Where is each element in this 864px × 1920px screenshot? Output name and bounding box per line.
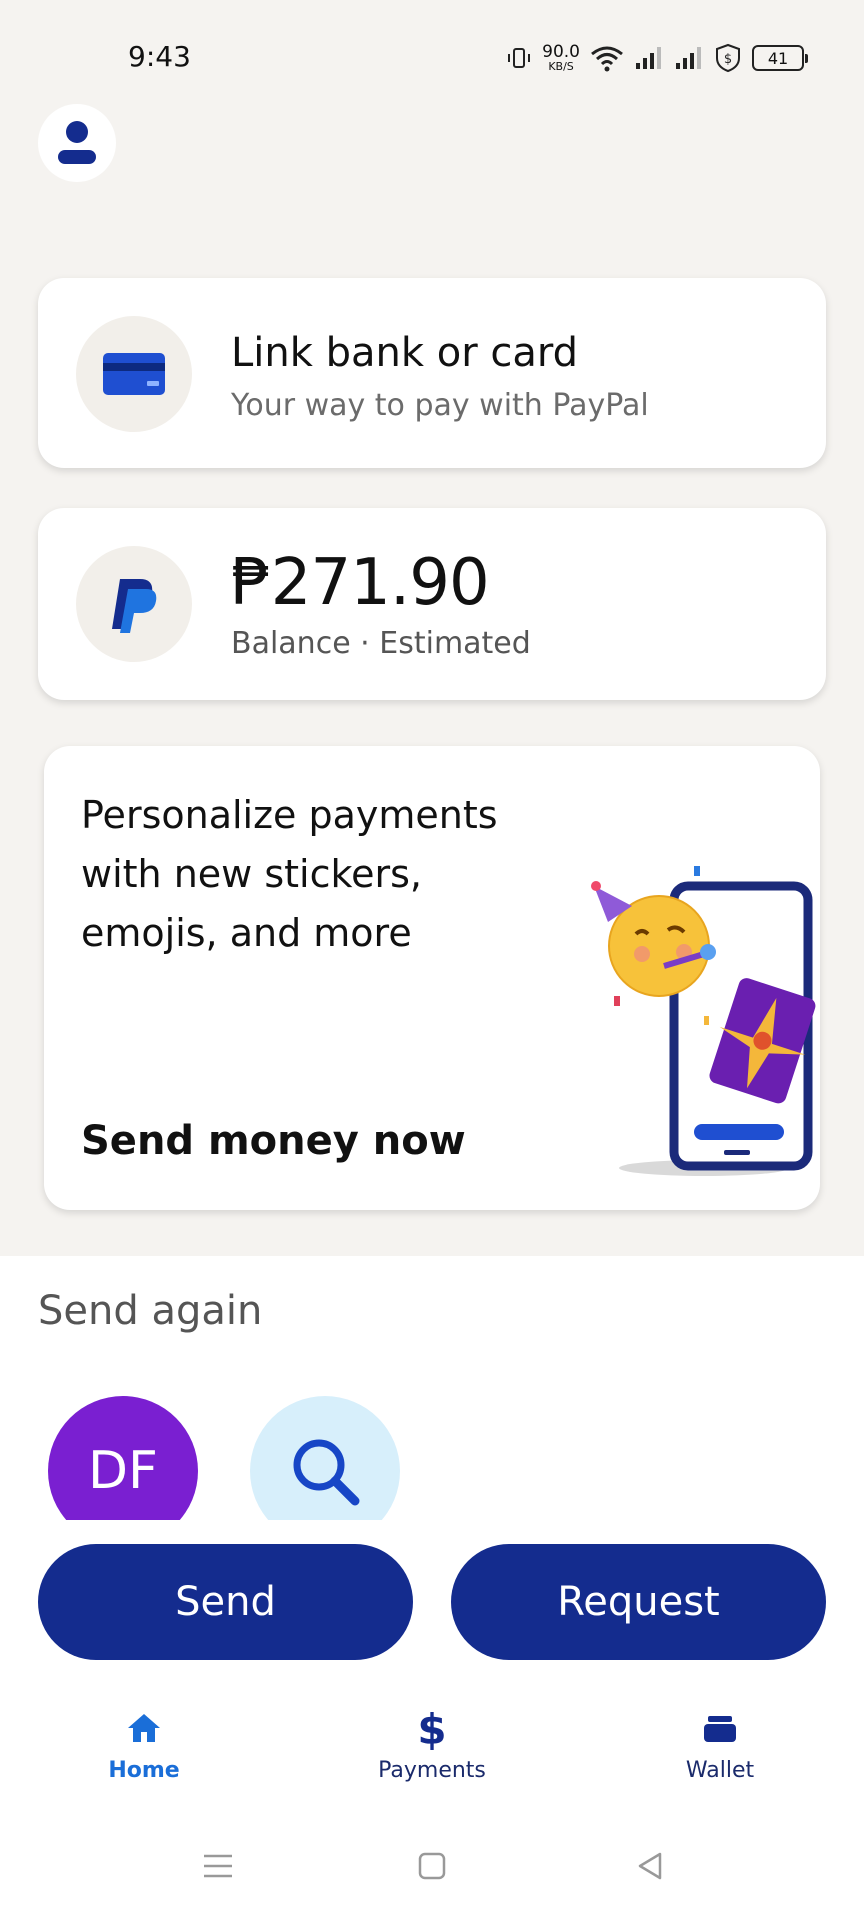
contacts-row: DF: [0, 1256, 864, 1520]
promo-text: Personalize payments with new stickers, …: [81, 793, 498, 955]
balance-card[interactable]: ₱271.90 Balance · Estimated: [38, 508, 826, 700]
link-card-title: Link bank or card: [231, 330, 579, 376]
contact-initials: DF: [88, 1441, 158, 1501]
signal-icon-2: [676, 47, 701, 69]
promo-card[interactable]: Personalize payments with new stickers, …: [44, 746, 820, 1210]
tab-payments-label: Payments: [378, 1758, 486, 1783]
network-speed-value: 90.0: [542, 42, 580, 62]
phone-sticker-illustration: [591, 866, 816, 1176]
search-contacts-button[interactable]: [250, 1396, 400, 1520]
vibrate-icon: [508, 48, 531, 68]
request-button[interactable]: Request: [451, 1544, 826, 1660]
back-triangle-icon[interactable]: [630, 1846, 670, 1886]
tab-payments[interactable]: $ Payments: [332, 1706, 532, 1806]
card-icon-circle: [76, 316, 192, 432]
status-icons: 90.0 KB/S $ 41: [506, 40, 808, 76]
svg-text:$: $: [417, 1706, 446, 1750]
tab-home[interactable]: Home: [44, 1706, 244, 1806]
user-icon: [58, 121, 96, 164]
status-time: 9:43: [128, 40, 191, 73]
signal-icon: [636, 47, 661, 69]
tab-wallet-label: Wallet: [685, 1758, 755, 1783]
profile-avatar[interactable]: [38, 104, 116, 182]
wifi-icon: [591, 46, 623, 72]
paypal-logo-circle: [76, 546, 192, 662]
system-navigation-bar: [0, 1846, 864, 1916]
square-home-icon[interactable]: [412, 1846, 452, 1886]
paypal-logo-icon: [112, 579, 157, 633]
bottom-tab-bar: Home $ Payments Wallet: [0, 1706, 864, 1816]
shield-icon: $: [716, 43, 740, 73]
balance-amount: ₱271.90: [231, 546, 490, 620]
link-bank-card[interactable]: Link bank or card Your way to pay with P…: [38, 278, 826, 468]
balance-subtitle: Balance · Estimated: [231, 626, 531, 661]
status-bar: 9:43 90.0 KB/S $ 41: [0, 0, 864, 110]
lower-section: Send again DF Send Request Home $ Paymen…: [0, 1256, 864, 1920]
link-card-subtitle: Your way to pay with PayPal: [231, 388, 649, 423]
home-icon: [128, 1714, 160, 1742]
network-speed: 90.0 KB/S: [542, 42, 580, 73]
credit-card-icon: [103, 353, 165, 395]
svg-text:$: $: [724, 52, 732, 67]
contact-avatar-df[interactable]: DF: [48, 1396, 198, 1520]
send-button[interactable]: Send: [38, 1544, 413, 1660]
wallet-icon: [704, 1716, 736, 1742]
menu-icon[interactable]: [198, 1846, 238, 1886]
dollar-icon: $: [417, 1706, 446, 1750]
tab-home-label: Home: [108, 1758, 180, 1783]
send-money-now-link[interactable]: Send money now: [81, 1118, 466, 1164]
battery-indicator: 41: [752, 45, 808, 71]
tab-wallet[interactable]: Wallet: [620, 1706, 820, 1806]
network-speed-unit: KB/S: [548, 60, 574, 73]
search-icon: [293, 1439, 360, 1506]
